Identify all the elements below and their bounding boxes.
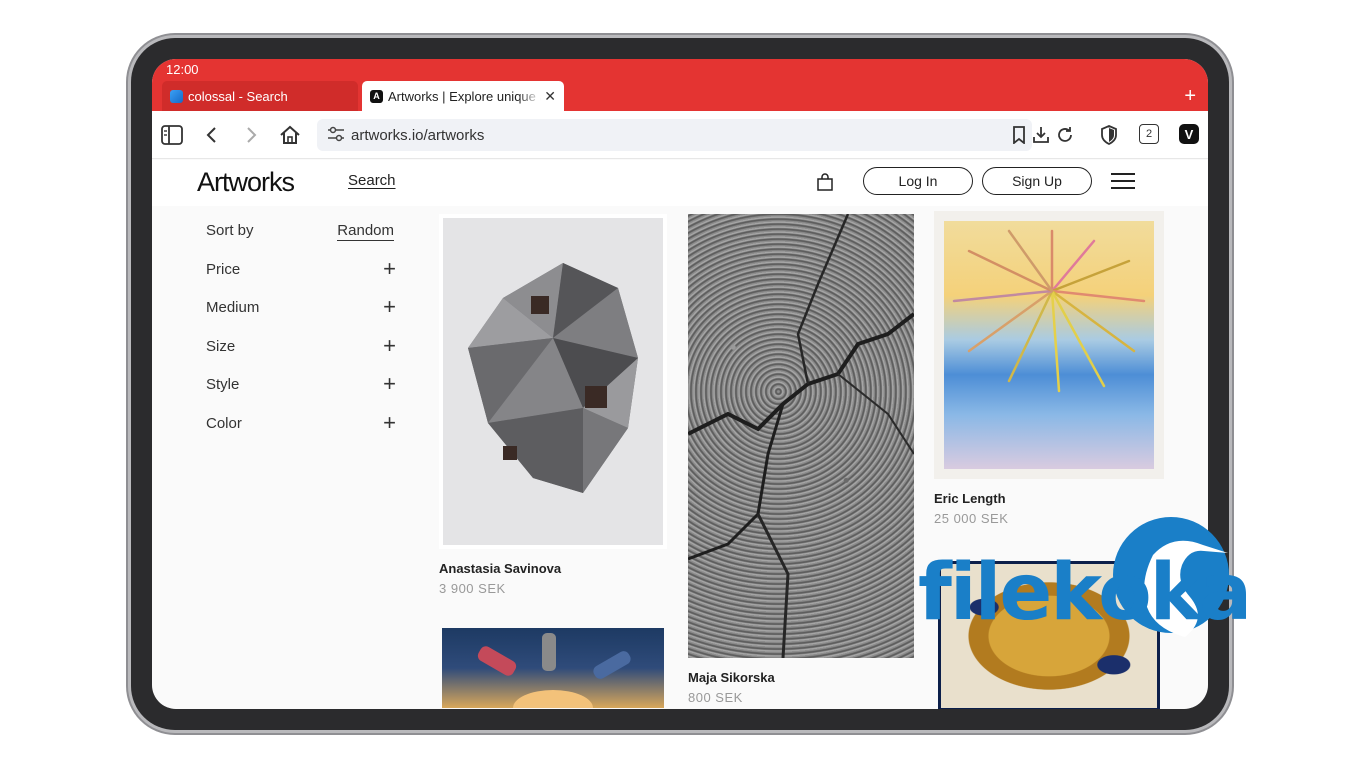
hamburger-menu-icon[interactable] — [1111, 173, 1135, 191]
home-icon[interactable] — [278, 123, 302, 147]
plus-icon[interactable]: + — [383, 411, 396, 434]
sort-by-row[interactable]: Sort by Random — [206, 219, 396, 258]
filter-price[interactable]: Price + — [206, 257, 396, 297]
artwork-image[interactable] — [688, 214, 914, 658]
artwork-price: 3 900 SEK — [439, 581, 506, 596]
tab-title: colossal - Search — [188, 88, 288, 104]
filter-size[interactable]: Size + — [206, 334, 396, 374]
bing-icon — [170, 89, 183, 103]
tabs-icon[interactable]: 2 — [1139, 124, 1159, 144]
filter-medium[interactable]: Medium + — [206, 296, 396, 335]
site-header: Artworks Search Log In Sign Up — [152, 160, 1208, 206]
signup-button[interactable]: Sign Up — [982, 167, 1092, 195]
plus-icon[interactable]: + — [383, 296, 396, 318]
sort-by-label: Sort by — [206, 222, 254, 239]
bookmark-icon[interactable] — [1007, 123, 1031, 147]
forward-icon[interactable] — [239, 123, 263, 147]
filter-label: Price — [206, 260, 241, 278]
artwork-card[interactable]: Maja Sikorska 800 SEK — [688, 214, 914, 705]
artworks-favicon: A — [370, 89, 383, 103]
artist-name[interactable]: Eric Length — [934, 491, 1164, 506]
filter-color[interactable]: Color + — [206, 411, 396, 451]
tab-artworks[interactable]: A Artworks | Explore unique a ✕ — [362, 81, 564, 111]
address-bar[interactable]: artworks.io/artworks — [317, 119, 1072, 151]
site-settings-icon[interactable] — [327, 126, 345, 144]
nav-search-link[interactable]: Search — [348, 172, 396, 189]
site-logo[interactable]: Artworks — [197, 167, 295, 198]
plus-icon[interactable]: + — [383, 373, 396, 395]
artwork-image[interactable] — [443, 218, 663, 545]
shield-icon[interactable] — [1097, 123, 1121, 147]
plus-icon[interactable]: + — [383, 334, 396, 357]
browser-tab-bar: 12:00 colossal - Search A Artworks | Exp… — [152, 59, 1208, 111]
tab-title: Artworks | Explore unique a — [388, 88, 542, 104]
close-icon[interactable]: ✕ — [544, 88, 556, 105]
vivaldi-menu-icon[interactable]: V — [1179, 124, 1199, 144]
tab-colossal-search[interactable]: colossal - Search — [162, 81, 358, 111]
status-clock: 12:00 — [166, 62, 199, 77]
watermark-logo: filekoka — [918, 515, 1252, 650]
filter-label: Style — [206, 376, 240, 393]
artwork-frame — [934, 211, 1164, 479]
filter-sidebar: Sort by Random Price + Medium + Size + S… — [206, 219, 396, 450]
download-icon[interactable] — [1029, 123, 1053, 147]
reload-icon[interactable] — [1053, 123, 1077, 147]
artwork-card[interactable] — [442, 628, 664, 708]
artwork-card[interactable]: Eric Length 25 000 SEK — [934, 211, 1164, 526]
new-tab-plus-icon[interactable]: + — [1184, 86, 1196, 106]
plus-icon[interactable]: + — [383, 257, 396, 280]
artwork-image[interactable] — [944, 221, 1154, 469]
filter-label: Medium — [206, 299, 260, 316]
url-text: artworks.io/artworks — [351, 126, 485, 144]
shopping-bag-icon[interactable] — [816, 173, 834, 191]
filter-label: Color — [206, 414, 242, 432]
login-button[interactable]: Log In — [863, 167, 973, 195]
watermark-text: filekoka — [918, 548, 1252, 638]
browser-toolbar: artworks.io/artworks 2 V — [152, 111, 1208, 159]
artist-name[interactable]: Anastasia Savinova — [439, 561, 667, 576]
artist-name[interactable]: Maja Sikorska — [688, 670, 914, 685]
back-icon[interactable] — [200, 123, 224, 147]
filter-label: Size — [206, 337, 236, 355]
sidebar-icon[interactable] — [160, 123, 184, 147]
filter-style[interactable]: Style + — [206, 373, 396, 412]
sort-value[interactable]: Random — [337, 222, 394, 241]
artwork-image[interactable] — [442, 628, 664, 708]
artwork-card[interactable]: Anastasia Savinova 3 900 SEK — [439, 214, 667, 596]
artwork-frame — [439, 214, 667, 549]
artwork-price: 800 SEK — [688, 690, 743, 705]
